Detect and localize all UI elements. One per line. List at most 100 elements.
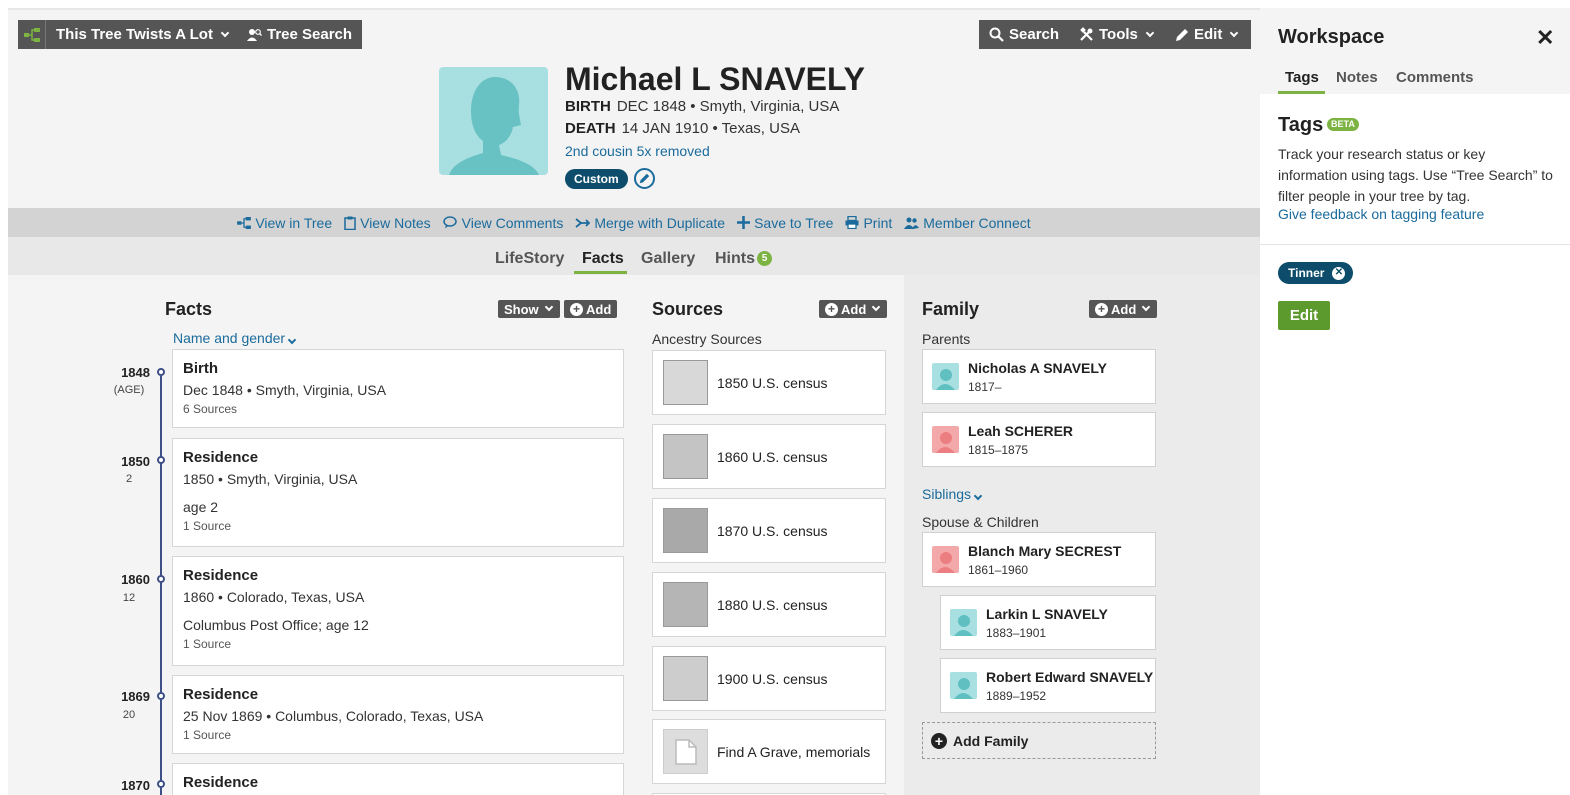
fact-card-residence-1850[interactable]: Residence 1850 • Smyth, Virginia, USA ag…: [172, 438, 624, 547]
view-comments-label: View Comments: [461, 214, 564, 231]
edit-label: Edit: [1194, 26, 1223, 43]
name-gender-label: Name and gender: [173, 330, 286, 346]
fact-card-residence-1869[interactable]: Residence 25 Nov 1869 • Columbus, Colora…: [172, 675, 624, 754]
page-tabs: LifeStory Facts Gallery Hints 5: [8, 237, 1260, 275]
chevron-down-icon: [1145, 28, 1155, 37]
sources-heading: Sources: [652, 299, 724, 319]
chevron-down-icon: [287, 335, 297, 345]
male-avatar-icon: [950, 672, 977, 699]
close-icon[interactable]: ✕: [1536, 25, 1554, 51]
save-to-tree-link[interactable]: Save to Tree: [737, 215, 833, 231]
death-summary: DEATH 14 JAN 1910 • Texas, USA: [565, 120, 800, 137]
workspace-tab-tags[interactable]: Tags: [1285, 69, 1319, 86]
workspace-tab-comments[interactable]: Comments: [1396, 69, 1474, 86]
relationship-link[interactable]: 2nd cousin 5x removed: [565, 143, 710, 159]
view-in-tree-link[interactable]: View in Tree: [237, 215, 332, 231]
birth-label: BIRTH: [565, 98, 611, 115]
search-icon: [989, 27, 1004, 42]
tab-facts[interactable]: Facts: [582, 250, 624, 268]
fact-source-count[interactable]: 1 Source: [183, 637, 613, 651]
timeline-age: 12: [122, 592, 136, 604]
siblings-toggle[interactable]: Siblings: [922, 486, 983, 502]
source-card[interactable]: 1850 U.S. census: [652, 350, 886, 415]
chevron-down-icon: [1230, 28, 1239, 37]
family-add-button[interactable]: + Add: [1089, 300, 1158, 318]
male-avatar-icon: [932, 363, 959, 390]
tree-view-button[interactable]: [18, 20, 46, 49]
merge-duplicate-label: Merge with Duplicate: [594, 214, 726, 231]
tab-hints[interactable]: Hints 5: [715, 250, 772, 268]
tools-button[interactable]: Tools: [1069, 20, 1166, 49]
family-card-child[interactable]: Larkin L SNAVELY 1883–1901: [940, 595, 1156, 650]
document-icon: [663, 729, 708, 774]
source-card[interactable]: 1860 U.S. census: [652, 424, 886, 489]
fact-source-count[interactable]: 6 Sources: [183, 402, 613, 416]
chevron-down-icon: [973, 491, 983, 501]
edit-tags-button[interactable]: Edit: [1278, 301, 1330, 330]
tag-chip[interactable]: Tinner ✕: [1278, 262, 1354, 284]
source-card[interactable]: 1870 U.S. census: [652, 498, 886, 563]
family-heading: Family: [922, 299, 980, 319]
fact-card-residence-1860[interactable]: Residence 1860 • Colorado, Texas, USA Co…: [172, 556, 624, 666]
view-notes-link[interactable]: View Notes: [344, 215, 431, 231]
tree-selector-button[interactable]: This Tree Twists A Lot: [46, 20, 241, 49]
name-and-gender-toggle[interactable]: Name and gender: [173, 330, 297, 346]
timeline-year: 1848: [121, 365, 150, 380]
fact-card-birth[interactable]: Birth Dec 1848 • Smyth, Virginia, USA 6 …: [172, 349, 624, 428]
timeline-year: 1869: [121, 689, 150, 704]
tab-lifestory[interactable]: LifeStory: [495, 250, 564, 268]
birth-summary: BIRTH DEC 1848 • Smyth, Virginia, USA: [565, 98, 839, 115]
member-connect-link[interactable]: Member Connect: [904, 215, 1031, 231]
view-comments-link[interactable]: View Comments: [442, 214, 564, 231]
timeline-dot: [157, 456, 165, 464]
edit-relationship-button[interactable]: [634, 168, 655, 189]
fact-title: Residence: [183, 449, 259, 466]
remove-tag-icon[interactable]: ✕: [1332, 266, 1346, 280]
family-member-dates: 1889–1952: [986, 688, 1047, 703]
female-avatar-icon: [932, 546, 959, 573]
facts-show-button[interactable]: Show: [498, 300, 560, 318]
merge-duplicate-link[interactable]: Merge with Duplicate: [575, 215, 725, 231]
person-name: Michael L SNAVELY: [565, 61, 865, 97]
family-card-mother[interactable]: Leah SCHERER 1815–1875: [922, 412, 1156, 467]
timeline-dot: [157, 780, 165, 788]
fact-source-count[interactable]: 1 Source: [183, 728, 613, 742]
death-label: DEATH: [565, 120, 616, 137]
family-card-spouse[interactable]: Blanch Mary SECREST 1861–1960: [922, 532, 1156, 587]
add-family-button[interactable]: + Add Family: [922, 722, 1156, 759]
view-in-tree-label: View in Tree: [255, 214, 333, 231]
female-avatar-icon: [932, 426, 959, 453]
source-card[interactable]: 1880 U.S. census: [652, 572, 886, 637]
family-member-name: Robert Edward SNAVELY: [986, 668, 1154, 685]
profile-photo-placeholder[interactable]: [439, 67, 548, 175]
family-member-dates: 1883–1901: [986, 625, 1047, 640]
fact-title: Residence: [183, 567, 259, 584]
source-card[interactable]: 1900 U.S. census: [652, 646, 886, 711]
tree-search-button[interactable]: Tree Search: [237, 20, 363, 49]
timeline-dot: [157, 368, 165, 376]
search-label: Search: [1009, 26, 1060, 43]
tab-gallery[interactable]: Gallery: [641, 250, 695, 268]
ancestry-sources-label: Ancestry Sources: [652, 331, 762, 347]
source-card[interactable]: Find A Grave, memorials: [652, 719, 886, 784]
facts-heading: Facts: [165, 299, 213, 319]
app-window: This Tree Twists A Lot Tree Search Searc…: [0, 0, 1570, 795]
family-card-father[interactable]: Nicholas A SNAVELY 1817–: [922, 349, 1156, 404]
workspace-tab-notes[interactable]: Notes: [1336, 69, 1378, 86]
family-card-child[interactable]: Robert Edward SNAVELY 1889–1952: [940, 658, 1156, 713]
fact-source-count[interactable]: 1 Source: [183, 519, 613, 533]
feedback-link[interactable]: Give feedback on tagging feature: [1278, 206, 1484, 222]
tags-description: Track your research status or key inform…: [1278, 146, 1553, 204]
sources-add-button[interactable]: + Add: [819, 300, 888, 318]
fact-card-residence-1870[interactable]: Residence: [172, 763, 624, 795]
timeline-year: 1850: [121, 454, 150, 469]
edit-button[interactable]: Edit: [1165, 20, 1251, 49]
hints-count-badge: 5: [757, 251, 772, 267]
divider: [1260, 244, 1570, 245]
search-button[interactable]: Search: [979, 20, 1071, 49]
print-link[interactable]: Print: [845, 215, 892, 231]
facts-add-button[interactable]: + Add: [564, 300, 618, 318]
death-value: 14 JAN 1910 • Texas, USA: [621, 120, 800, 137]
birth-value: DEC 1848 • Smyth, Virginia, USA: [616, 98, 840, 115]
tree-search-label: Tree Search: [267, 26, 353, 43]
